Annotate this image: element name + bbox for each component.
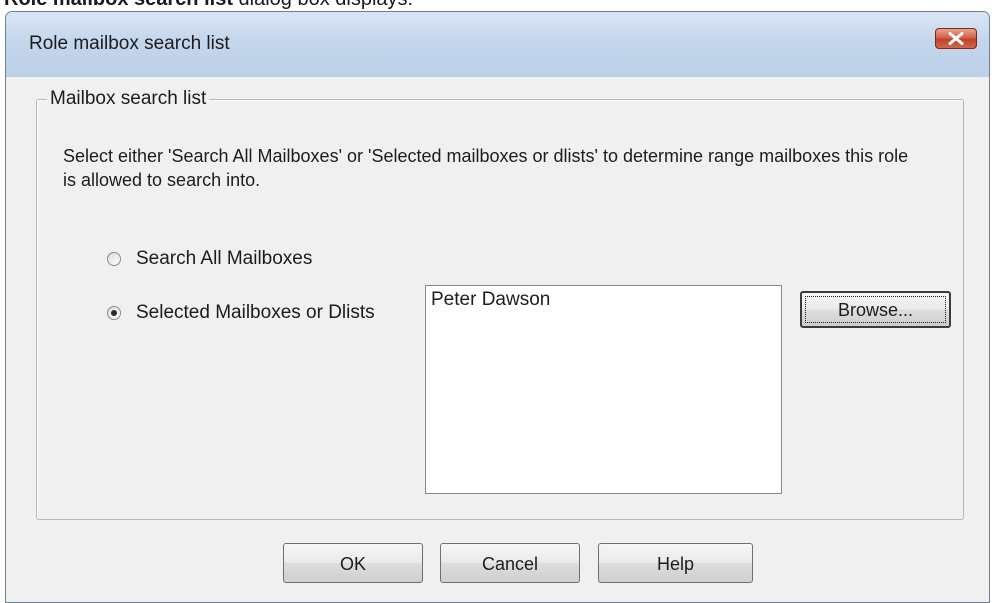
radio-label-selected: Selected Mailboxes or Dlists [136,302,375,323]
description-text: Select either 'Search All Mailboxes' or … [63,146,909,190]
title-bar[interactable]: Role mailbox search list [6,12,989,77]
close-icon [948,32,964,45]
radio-label-search-all: Search All Mailboxes [136,248,313,269]
list-item[interactable]: Peter Dawson [426,286,781,314]
browse-label: Browse... [837,300,914,320]
radio-circle-unselected[interactable] [107,252,121,266]
group-legend: Mailbox search list [47,88,210,110]
help-label: Help [656,554,695,574]
role-mailbox-search-list-dialog: Role mailbox search list Mailbox search … [5,11,990,603]
radio-dot-icon [111,310,117,316]
dialog-body: Mailbox search list Select either 'Searc… [14,77,981,602]
caption-bold: Role mailbox search list [4,0,233,10]
cancel-button[interactable]: Cancel [440,543,580,583]
mailbox-search-groupbox: Mailbox search list Select either 'Searc… [36,88,964,520]
ok-label: OK [339,554,366,574]
dialog-title: Role mailbox search list [29,33,230,54]
caption-text: Role mailbox search list dialog box disp… [4,0,413,11]
mailbox-listbox[interactable]: Peter Dawson [425,285,782,494]
cancel-label: Cancel [481,554,539,574]
radio-circle-selected[interactable] [107,306,121,320]
caption-rest: dialog box displays. [233,0,414,10]
help-button[interactable]: Help [598,543,753,583]
ok-button[interactable]: OK [283,543,423,583]
close-button[interactable] [935,28,977,49]
browse-button[interactable]: Browse... [800,291,951,328]
